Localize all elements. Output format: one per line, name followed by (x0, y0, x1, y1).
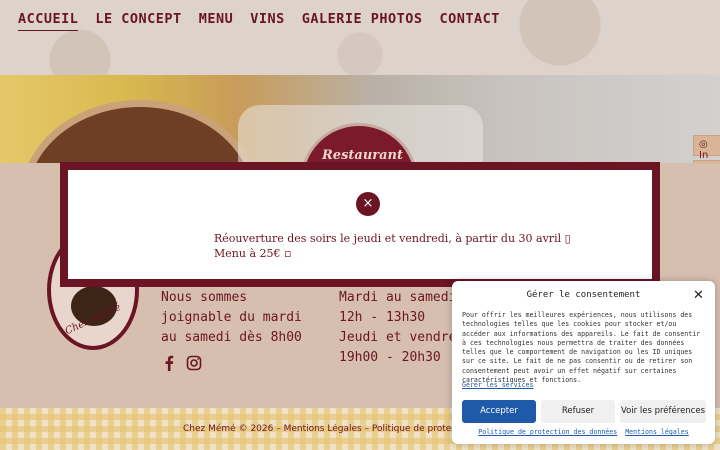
side-instagram-tab[interactable]: ◎ In (693, 135, 720, 161)
social-links (161, 355, 202, 371)
privacy-policy-link[interactable]: Politique de protection des données (478, 428, 617, 436)
announcement-popup: × Réouverture des soirs le jeudi et vend… (60, 162, 660, 287)
popup-message-line-1: Réouverture des soirs le jeudi et vendre… (214, 232, 571, 245)
preferences-button[interactable]: Voir les préférences (620, 400, 706, 423)
consent-links: Politique de protection des données Ment… (452, 428, 715, 436)
consent-close-icon[interactable]: ✕ (693, 288, 704, 303)
nav-item-contact[interactable]: CONTACT (440, 11, 500, 31)
hero-banner: Restaurant (0, 75, 720, 163)
restaurant-logo-text: Restaurant (322, 148, 404, 163)
hours-line-1: Mardi au samedi (339, 290, 457, 305)
consent-body-text: Pour offrir les meilleures expériences, … (462, 311, 701, 385)
main-nav: ACCUEIL LE CONCEPT MENU VINS GALERIE PHO… (18, 11, 500, 31)
popup-content: × Réouverture des soirs le jeudi et vend… (68, 170, 652, 279)
accept-button[interactable]: Accepter (462, 400, 536, 423)
contact-info: Nous sommes joignable du mardi au samedi… (161, 288, 321, 348)
coffee-cup-image (20, 100, 260, 163)
hours-line-2: 12h - 13h30 (339, 310, 426, 325)
refuse-button[interactable]: Refuser (541, 400, 615, 423)
opening-hours: Mardi au samedi 12h - 13h30 Jeudi et ven… (339, 288, 459, 368)
popup-close-button[interactable]: × (356, 192, 380, 216)
legal-notice-link[interactable]: Mentions légales (625, 428, 689, 436)
nav-item-le-concept[interactable]: LE CONCEPT (95, 11, 181, 31)
hours-line-3: Jeudi et vendre (339, 330, 457, 345)
footer-text[interactable]: Chez Mémé © 2026 – Mentions Légales – Po… (183, 424, 488, 434)
consent-title: Gérer le consentement (526, 290, 641, 300)
cookie-consent-dialog: Gérer le consentement ✕ Pour offrir les … (452, 281, 715, 444)
manage-services-link[interactable]: Gérer les services (462, 381, 533, 389)
contact-line-3: au samedi dès 8h00 (161, 330, 302, 345)
site-header: ACCUEIL LE CONCEPT MENU VINS GALERIE PHO… (0, 0, 720, 75)
popup-message-line-2: Menu à 25€ ▫ (214, 247, 292, 260)
nav-item-menu[interactable]: MENU (199, 11, 234, 31)
contact-line-2: joignable du mardi (161, 310, 302, 325)
instagram-icon[interactable] (186, 355, 202, 371)
nav-item-galerie-photos[interactable]: GALERIE PHOTOS (302, 11, 423, 31)
nav-item-accueil[interactable]: ACCUEIL (18, 11, 79, 31)
popup-message: Réouverture des soirs le jeudi et vendre… (214, 231, 571, 261)
contact-line-1: Nous sommes (161, 290, 248, 305)
instagram-icon: ◎ (699, 139, 708, 150)
facebook-icon[interactable] (161, 355, 177, 371)
nav-item-vins[interactable]: VINS (250, 11, 285, 31)
hours-line-4: 19h00 - 20h30 (339, 350, 441, 365)
